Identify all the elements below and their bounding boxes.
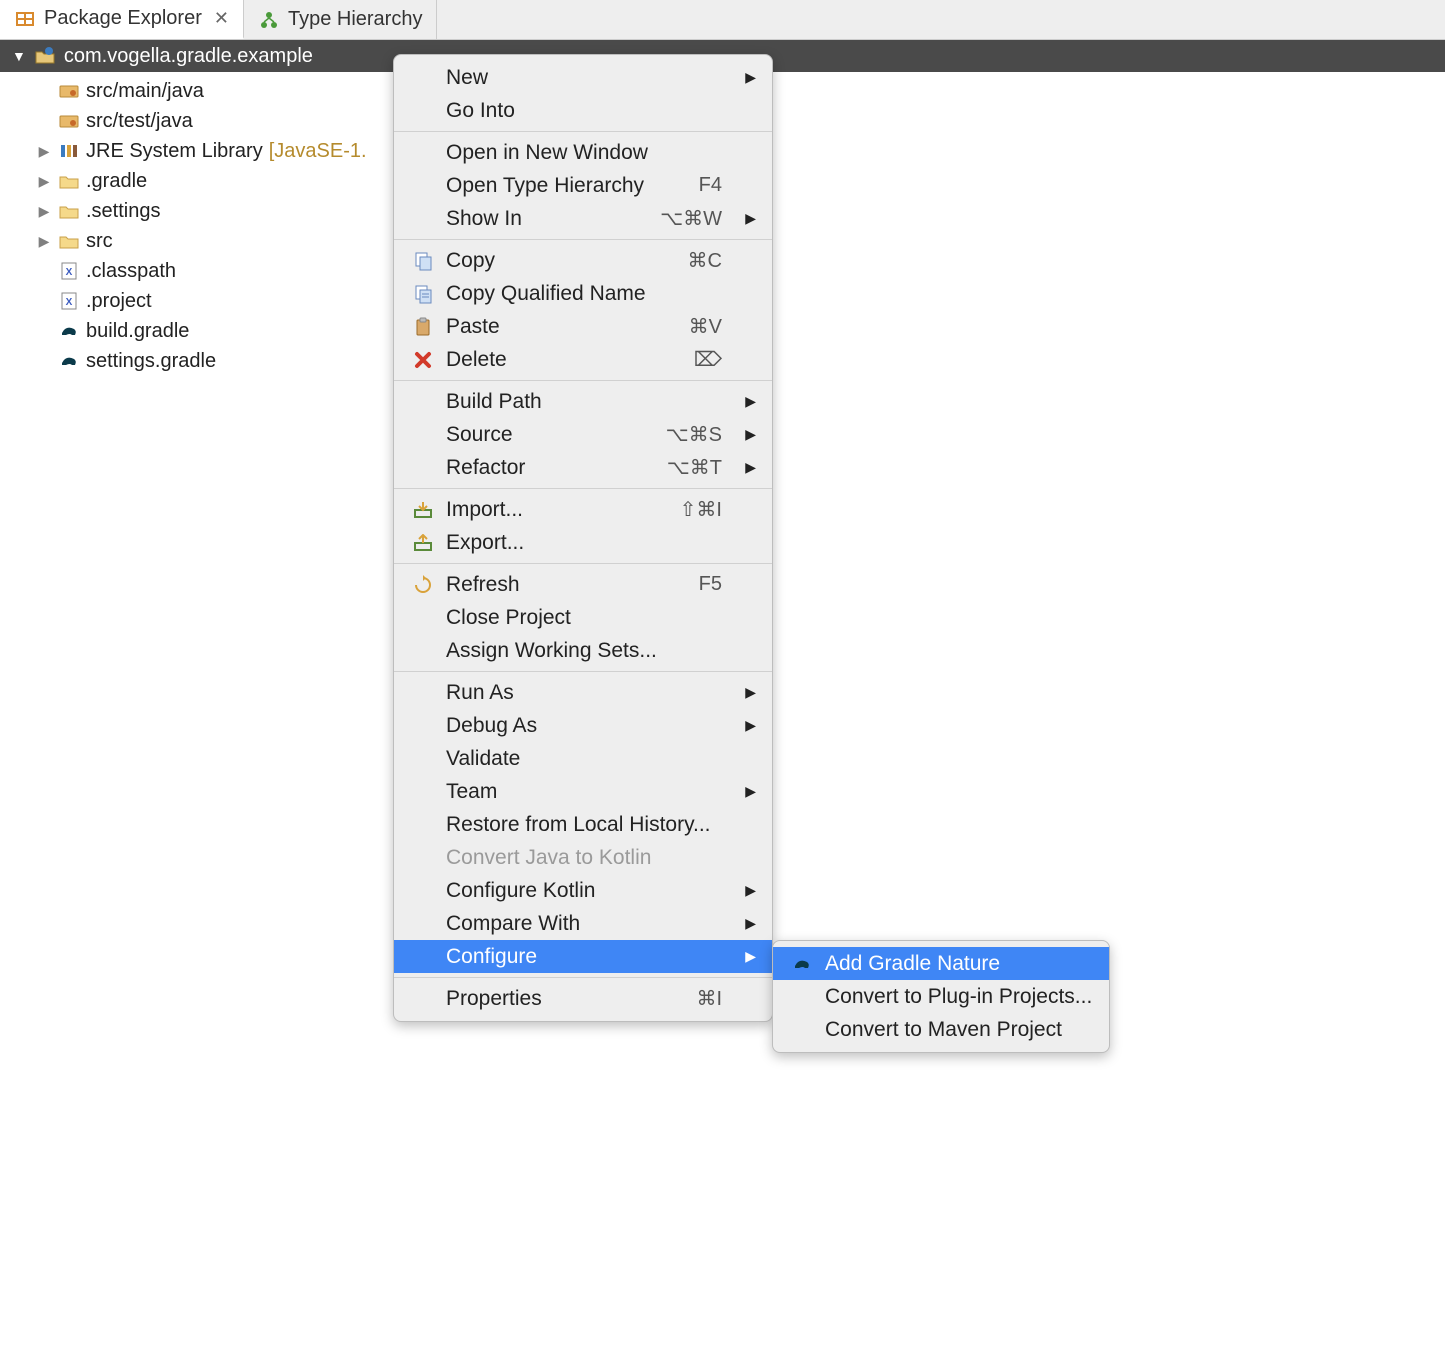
menu-item-export[interactable]: Export... xyxy=(394,526,772,559)
tab-package-explorer[interactable]: Package Explorer ✕ xyxy=(0,0,244,39)
submenu-convert-plugin[interactable]: Convert to Plug-in Projects... xyxy=(773,980,1109,1013)
menu-separator xyxy=(394,131,772,132)
menu-item-assign-working-sets[interactable]: Assign Working Sets... xyxy=(394,634,772,667)
package-folder-icon xyxy=(58,80,80,102)
menu-item-copy-qualified[interactable]: Copy Qualified Name xyxy=(394,277,772,310)
refresh-icon xyxy=(410,575,436,595)
submenu-arrow-icon: ▶ xyxy=(738,69,756,86)
xml-file-icon: X xyxy=(58,260,80,282)
package-explorer-icon xyxy=(14,8,36,30)
svg-text:X: X xyxy=(66,267,73,278)
menu-item-restore-history[interactable]: Restore from Local History... xyxy=(394,808,772,841)
menu-item-show-in[interactable]: Show In⌥⌘W▶ xyxy=(394,202,772,235)
tree-label: src/test/java xyxy=(86,110,193,133)
submenu-arrow-icon: ▶ xyxy=(738,426,756,443)
tree-label: build.gradle xyxy=(86,320,189,343)
menu-separator xyxy=(394,488,772,489)
chevron-right-icon: ▶ xyxy=(36,233,52,250)
view-tab-bar: Package Explorer ✕ Type Hierarchy xyxy=(0,0,1445,40)
tree-label: src/main/java xyxy=(86,80,204,103)
paste-icon xyxy=(410,317,436,337)
menu-separator xyxy=(394,563,772,564)
copy-icon xyxy=(410,251,436,271)
submenu-arrow-icon: ▶ xyxy=(738,717,756,734)
menu-separator xyxy=(394,671,772,672)
menu-separator xyxy=(394,380,772,381)
menu-item-close-project[interactable]: Close Project xyxy=(394,601,772,634)
menu-item-open-type-hierarchy[interactable]: Open Type HierarchyF4 xyxy=(394,169,772,202)
folder-icon xyxy=(58,170,80,192)
menu-item-delete[interactable]: Delete⌦ xyxy=(394,343,772,376)
java-project-icon xyxy=(34,45,56,67)
submenu-arrow-icon: ▶ xyxy=(738,948,756,965)
project-name: com.vogella.gradle.example xyxy=(64,45,313,68)
chevron-right-icon: ▶ xyxy=(36,203,52,220)
menu-item-debug-as[interactable]: Debug As▶ xyxy=(394,709,772,742)
tree-label: .gradle xyxy=(86,170,147,193)
submenu-convert-maven[interactable]: Convert to Maven Project xyxy=(773,1013,1109,1046)
menu-item-refresh[interactable]: RefreshF5 xyxy=(394,568,772,601)
menu-item-validate[interactable]: Validate xyxy=(394,742,772,775)
tree-label: JRE System Library xyxy=(86,140,263,163)
import-icon xyxy=(410,501,436,519)
menu-item-paste[interactable]: Paste⌘V xyxy=(394,310,772,343)
configure-submenu: Add Gradle Nature Convert to Plug-in Pro… xyxy=(772,940,1110,1053)
tree-label-suffix: [JavaSE-1. xyxy=(269,140,367,163)
submenu-arrow-icon: ▶ xyxy=(738,882,756,899)
folder-icon xyxy=(58,230,80,252)
menu-item-new[interactable]: New▶ xyxy=(394,61,772,94)
tree-label: .settings xyxy=(86,200,160,223)
gradle-icon xyxy=(58,350,80,372)
close-icon[interactable]: ✕ xyxy=(214,8,229,29)
tree-label: src xyxy=(86,230,113,253)
tree-label: settings.gradle xyxy=(86,350,216,373)
submenu-arrow-icon: ▶ xyxy=(738,915,756,932)
library-icon xyxy=(58,140,80,162)
menu-item-configure-kotlin[interactable]: Configure Kotlin▶ xyxy=(394,874,772,907)
menu-separator xyxy=(394,239,772,240)
chevron-right-icon: ▶ xyxy=(36,143,52,160)
menu-item-build-path[interactable]: Build Path▶ xyxy=(394,385,772,418)
submenu-arrow-icon: ▶ xyxy=(738,393,756,410)
menu-item-source[interactable]: Source⌥⌘S▶ xyxy=(394,418,772,451)
menu-separator xyxy=(394,977,772,978)
gradle-icon xyxy=(58,320,80,342)
menu-item-copy[interactable]: Copy⌘C xyxy=(394,244,772,277)
submenu-arrow-icon: ▶ xyxy=(738,210,756,227)
copy-qualified-icon xyxy=(410,284,436,304)
submenu-arrow-icon: ▶ xyxy=(738,684,756,701)
tab-label: Package Explorer xyxy=(44,7,202,30)
menu-item-import[interactable]: Import...⇧⌘I xyxy=(394,493,772,526)
menu-item-team[interactable]: Team▶ xyxy=(394,775,772,808)
disclosure-open-icon: ▼ xyxy=(12,48,26,64)
submenu-arrow-icon: ▶ xyxy=(738,783,756,800)
type-hierarchy-icon xyxy=(258,9,280,31)
export-icon xyxy=(410,534,436,552)
delete-icon xyxy=(410,350,436,370)
menu-item-configure[interactable]: Configure▶ xyxy=(394,940,772,973)
menu-item-refactor[interactable]: Refactor⌥⌘T▶ xyxy=(394,451,772,484)
menu-item-convert-kotlin: Convert Java to Kotlin xyxy=(394,841,772,874)
context-menu: New▶ Go Into Open in New Window Open Typ… xyxy=(393,54,773,1022)
menu-item-open-new-window[interactable]: Open in New Window xyxy=(394,136,772,169)
tab-label: Type Hierarchy xyxy=(288,8,423,31)
submenu-arrow-icon: ▶ xyxy=(738,459,756,476)
xml-file-icon: X xyxy=(58,290,80,312)
submenu-add-gradle-nature[interactable]: Add Gradle Nature xyxy=(773,947,1109,980)
menu-item-go-into[interactable]: Go Into xyxy=(394,94,772,127)
package-folder-icon xyxy=(58,110,80,132)
menu-item-compare-with[interactable]: Compare With▶ xyxy=(394,907,772,940)
gradle-icon xyxy=(789,956,815,972)
tree-label: .classpath xyxy=(86,260,176,283)
tab-type-hierarchy[interactable]: Type Hierarchy xyxy=(244,0,438,39)
folder-icon xyxy=(58,200,80,222)
chevron-right-icon: ▶ xyxy=(36,173,52,190)
svg-text:X: X xyxy=(66,297,73,308)
menu-item-run-as[interactable]: Run As▶ xyxy=(394,676,772,709)
tree-label: .project xyxy=(86,290,152,313)
menu-item-properties[interactable]: Properties⌘I xyxy=(394,982,772,1015)
